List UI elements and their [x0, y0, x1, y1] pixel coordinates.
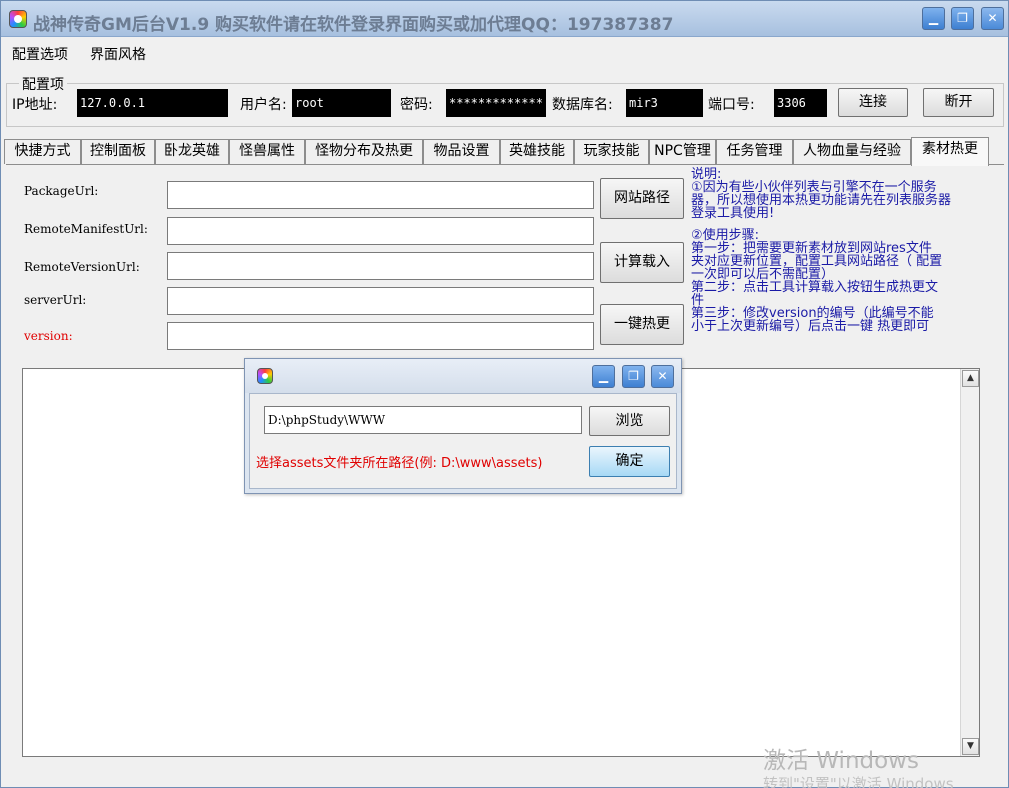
config-legend: 配置项	[19, 74, 67, 94]
assets-path-input[interactable]: D:\phpStudy\WWW	[264, 406, 582, 434]
help-line: 登录工具使用!	[691, 206, 775, 221]
minimize-button[interactable]: ▁	[922, 7, 945, 30]
server-url-input[interactable]	[167, 287, 594, 315]
ip-input[interactable]: 127.0.0.1	[77, 89, 228, 117]
disconnect-button[interactable]: 断开	[923, 88, 994, 117]
app-icon	[9, 10, 27, 28]
help-text: 说明: ①因为有些小伙伴列表与引擎不在一个服务 器，所以想使用本热更功能请先在列…	[691, 168, 996, 333]
port-label: 端口号:	[708, 97, 755, 113]
dialog-close-button[interactable]: ✕	[651, 365, 674, 388]
ip-label: IP地址:	[12, 97, 58, 113]
title-bar[interactable]: 战神传奇GM后台V1.9 购买软件请在软件登录界面购买或加代理QQ：197387…	[1, 1, 1008, 37]
menu-ui-style[interactable]: 界面风格	[90, 44, 146, 64]
help-line: 第二步：点击工具计算载入按钮生成热更文	[691, 280, 939, 295]
remote-manifest-url-input[interactable]	[167, 217, 594, 245]
tab-wolong-hero[interactable]: 卧龙英雄	[155, 139, 229, 164]
tab-monster-attributes[interactable]: 怪兽属性	[229, 139, 305, 164]
tab-shortcuts[interactable]: 快捷方式	[4, 139, 81, 164]
tab-hero-skills[interactable]: 英雄技能	[500, 139, 574, 164]
tab-strip: 快捷方式 控制面板 卧龙英雄 怪兽属性 怪物分布及热更 物品设置 英雄技能 玩家…	[4, 137, 1007, 166]
browse-button[interactable]: 浏览	[589, 406, 670, 436]
remote-manifest-url-label: RemoteManifestUrl:	[24, 222, 148, 236]
package-url-input[interactable]	[167, 181, 594, 209]
tab-hp-exp[interactable]: 人物血量与经验	[793, 139, 911, 164]
activation-watermark-title: 激活 Windows	[763, 748, 919, 774]
close-button[interactable]: ✕	[981, 7, 1004, 30]
menu-bar: 配置选项 界面风格	[1, 39, 1008, 65]
restore-button[interactable]: ❐	[951, 7, 974, 30]
password-label: 密码:	[400, 97, 433, 113]
window-title: 战神传奇GM后台V1.9 购买软件请在软件登录界面购买或加代理QQ：197387…	[33, 15, 674, 35]
menu-config-options[interactable]: 配置选项	[12, 44, 68, 64]
one-click-hotupdate-button[interactable]: 一键热更	[600, 304, 684, 345]
dialog-app-icon	[257, 368, 273, 384]
tab-monster-distribution[interactable]: 怪物分布及热更	[305, 139, 423, 164]
vertical-scrollbar[interactable]: ▲ ▼	[960, 369, 979, 756]
site-path-button[interactable]: 网站路径	[600, 178, 684, 219]
package-url-label: PackageUrl:	[24, 184, 99, 198]
port-input[interactable]: 3306	[774, 89, 827, 117]
tab-control-panel[interactable]: 控制面板	[81, 139, 155, 164]
scroll-up-icon[interactable]: ▲	[962, 370, 979, 387]
activation-watermark-subtitle: 转到"设置"以激活 Windows	[763, 775, 954, 788]
server-url-label: serverUrl:	[24, 293, 87, 307]
remote-version-url-input[interactable]	[167, 252, 594, 280]
tab-task-management[interactable]: 任务管理	[716, 139, 793, 164]
username-label: 用户名:	[240, 97, 287, 113]
tab-player-skills[interactable]: 玩家技能	[574, 139, 649, 164]
ok-button[interactable]: 确定	[589, 446, 670, 477]
connect-button[interactable]: 连接	[838, 88, 908, 117]
database-label: 数据库名:	[552, 97, 613, 113]
database-input[interactable]: mir3	[626, 89, 703, 117]
remote-version-url-label: RemoteVersionUrl:	[24, 260, 140, 274]
password-input[interactable]: *************	[446, 89, 546, 117]
dialog-title-bar[interactable]: ▁ ❐ ✕	[245, 359, 681, 393]
tab-asset-hotupdate[interactable]: 素材热更	[911, 137, 989, 166]
dialog-body: D:\phpStudy\WWW 浏览 选择assets文件夹所在路径(例: D:…	[249, 393, 677, 489]
scroll-down-icon[interactable]: ▼	[962, 738, 979, 755]
dialog-minimize-button[interactable]: ▁	[592, 365, 615, 388]
folder-picker-dialog: ▁ ❐ ✕ D:\phpStudy\WWW 浏览 选择assets文件夹所在路径…	[244, 358, 682, 494]
version-input[interactable]	[167, 322, 594, 350]
help-line: 小于上次更新编号）后点击一键 热更即可	[691, 319, 930, 334]
tab-npc-management[interactable]: NPC管理	[649, 139, 716, 164]
dialog-restore-button[interactable]: ❐	[622, 365, 645, 388]
assets-path-hint: 选择assets文件夹所在路径(例: D:\www\assets)	[256, 456, 543, 471]
username-input[interactable]: root	[292, 89, 391, 117]
version-label: version:	[24, 329, 73, 343]
calc-load-button[interactable]: 计算载入	[600, 242, 684, 283]
tab-item-settings[interactable]: 物品设置	[423, 139, 500, 164]
